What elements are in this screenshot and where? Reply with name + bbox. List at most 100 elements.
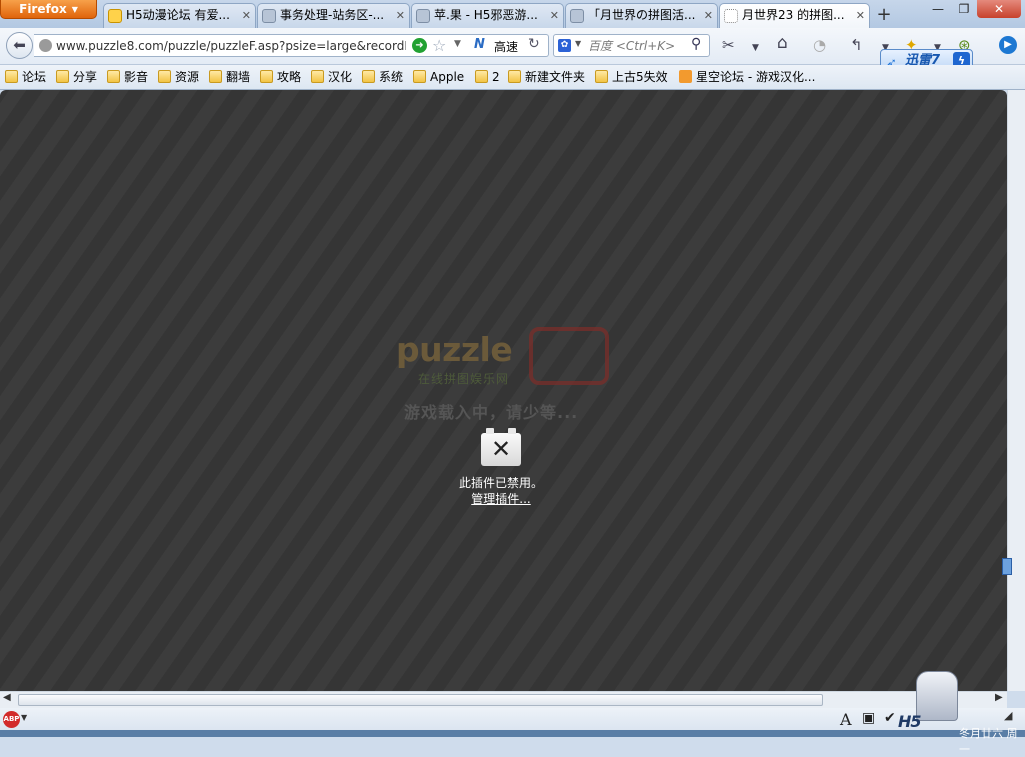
scroll-thumb[interactable] <box>18 694 823 706</box>
bookmarks-toolbar: 论坛 分享 影音 资源 翻墙 攻略 汉化 系统 Apple 2 新建文件夹 上古… <box>0 65 1025 90</box>
new-tab-button[interactable]: + <box>873 4 895 26</box>
firefox-menu-button[interactable]: Firefox ▼ <box>0 0 97 19</box>
manage-plugins-link[interactable]: 管理插件... <box>440 490 562 507</box>
search-bar[interactable]: ✿ ▼ ⚲ <box>553 34 710 57</box>
bookmark-folder-proxy[interactable]: 翻墙 <box>207 68 250 86</box>
chevron-left-icon[interactable]: ◀ <box>3 692 11 703</box>
folder-icon <box>107 70 120 83</box>
bookmark-folder-localization[interactable]: 汉化 <box>309 68 352 86</box>
magnifier-icon[interactable]: ⚲ <box>691 36 701 52</box>
speed-mode-label[interactable]: 高速 <box>494 38 518 55</box>
bookmark-folder-new-folder[interactable]: 新建文件夹 <box>506 68 585 86</box>
screenshot-tool-icon[interactable]: ✂ <box>722 36 735 54</box>
chevron-down-icon: ▼ <box>71 5 78 14</box>
bookmark-star-icon[interactable]: ☆ <box>432 36 446 55</box>
url-input[interactable] <box>56 37 406 54</box>
mascot-character-icon <box>916 671 958 721</box>
bookmark-folder-guides[interactable]: 攻略 <box>258 68 301 86</box>
reload-icon[interactable]: ↻ <box>528 36 540 52</box>
logo-mark-icon <box>529 327 609 385</box>
font-size-icon[interactable]: A <box>840 710 852 729</box>
back-button[interactable]: ⬅ <box>6 32 33 59</box>
bookmark-label: 论坛 <box>22 70 47 84</box>
close-tab-icon[interactable]: ✕ <box>242 4 251 27</box>
maximize-button[interactable]: ❐ <box>951 0 977 18</box>
folder-icon <box>311 70 324 83</box>
bookmark-folder-media[interactable]: 影音 <box>105 68 148 86</box>
rss-feed-icon[interactable]: ◔ <box>813 36 826 54</box>
disabled-plugin-icon[interactable]: ✕ <box>481 428 521 466</box>
close-tab-icon[interactable]: ✕ <box>704 4 713 27</box>
folder-icon <box>475 70 488 83</box>
bookmark-label: 分享 <box>73 70 98 84</box>
search-input[interactable] <box>588 37 688 54</box>
checkmark-icon[interactable]: ✔ <box>884 710 896 726</box>
folder-icon <box>362 70 375 83</box>
folder-icon <box>209 70 222 83</box>
bookmark-folder-skyrim[interactable]: 上古5失效 <box>593 68 668 86</box>
horizontal-scrollbar[interactable]: ◀ ▶ <box>0 691 1007 708</box>
undo-history-icon[interactable]: ↰ <box>850 36 863 54</box>
bookmark-label: 系统 <box>379 70 404 84</box>
tab-title: H5动漫论坛 有爱... <box>126 8 230 22</box>
bookmark-folder-system[interactable]: 系统 <box>360 68 403 86</box>
folder-icon <box>595 70 608 83</box>
addon-bar: ABP ▼ A ▣ ✔ <box>0 708 1025 737</box>
bookmark-label: 影音 <box>124 70 149 84</box>
rss-feed-icon <box>679 70 692 83</box>
navigation-toolbar: ⬅ ➜ ☆ ▼ N 高速 ↻ ✿ ▼ ⚲ ✂ ▼ ⌂ ◔ ↰ ▼ ✦ ▼ ⊛ ▶ <box>0 28 1025 65</box>
h5-logo: H5 <box>898 712 922 731</box>
forward-circle-icon[interactable]: ▶ <box>999 36 1017 54</box>
home-icon[interactable]: ⌂ <box>777 34 788 52</box>
close-window-button[interactable]: ✕ <box>977 0 1021 18</box>
blank-page-icon <box>724 9 738 23</box>
close-tab-icon[interactable]: ✕ <box>550 4 559 27</box>
resize-grip-icon[interactable]: ◢ <box>1004 709 1012 722</box>
bookmark-folder-apple[interactable]: Apple <box>411 68 464 86</box>
tab-puzzle-active[interactable]: 月世界23 的拼图... ✕ <box>719 3 870 29</box>
logo-text: puzzle <box>396 330 513 369</box>
url-bar[interactable]: ➜ ☆ ▼ N 高速 ↻ <box>34 34 549 57</box>
frame-view-icon[interactable]: ▣ <box>862 710 875 726</box>
chevron-down-icon[interactable]: ▼ <box>21 713 27 722</box>
close-tab-icon[interactable]: ✕ <box>856 4 865 27</box>
bookmark-folder-resources[interactable]: 资源 <box>156 68 199 86</box>
h5-favicon-icon <box>108 9 122 23</box>
bookmark-folder-forum[interactable]: 论坛 <box>3 68 46 86</box>
adblock-plus-icon[interactable]: ABP <box>3 711 20 728</box>
folder-icon <box>158 70 171 83</box>
folder-icon <box>56 70 69 83</box>
tab-moon-world-event[interactable]: 「月世界の拼图活... ✕ <box>565 3 718 28</box>
taskbar-strip <box>0 730 1025 737</box>
bookmark-label: 新建文件夹 <box>525 70 586 84</box>
tab-affairs[interactable]: 事务处理-站务区-... ✕ <box>257 3 410 28</box>
site-favicon-icon <box>570 9 584 23</box>
bookmark-label: 汉化 <box>328 70 353 84</box>
bookmark-label: 资源 <box>175 70 200 84</box>
history-dropdown-icon[interactable]: ▼ <box>454 39 461 49</box>
tab-h5-forum[interactable]: H5动漫论坛 有爱... ✕ <box>103 3 256 28</box>
baidu-paw-icon[interactable]: ✿ <box>558 39 571 52</box>
bookmark-label: 上古5失效 <box>612 70 668 84</box>
bookmark-label: Apple <box>430 70 465 84</box>
puzzle8-logo: puzzle 在线拼图娱乐网 <box>396 327 626 388</box>
back-arrow-icon: ⬅ <box>13 36 26 54</box>
tab-apple[interactable]: 苹.果 - H5邪恶游... ✕ <box>411 3 564 28</box>
minimize-button[interactable]: — <box>925 0 951 18</box>
bookmark-folder-2[interactable]: 2 <box>473 68 500 86</box>
lunar-date-label: 冬月廿六 周一 <box>959 727 1018 756</box>
chevron-right-icon[interactable]: ▶ <box>995 692 1003 703</box>
bookmark-folder-share[interactable]: 分享 <box>54 68 97 86</box>
bookmark-feed-xingkong[interactable]: 星空论坛 - 游戏汉化... <box>677 68 815 86</box>
bookmark-label: 星空论坛 - 游戏汉化... <box>696 70 816 84</box>
tab-title: 「月世界の拼图活... <box>588 8 696 22</box>
speed-mode-icon[interactable]: N <box>474 37 485 52</box>
vertical-scrollbar[interactable] <box>1002 90 1025 691</box>
search-engine-dropdown-icon[interactable]: ▼ <box>575 39 581 48</box>
folder-icon <box>413 70 426 83</box>
close-tab-icon[interactable]: ✕ <box>396 4 405 27</box>
folder-icon <box>260 70 273 83</box>
go-arrow-icon[interactable]: ➜ <box>412 38 427 53</box>
site-favicon-icon <box>416 9 430 23</box>
chevron-down-icon[interactable]: ▼ <box>752 39 759 57</box>
